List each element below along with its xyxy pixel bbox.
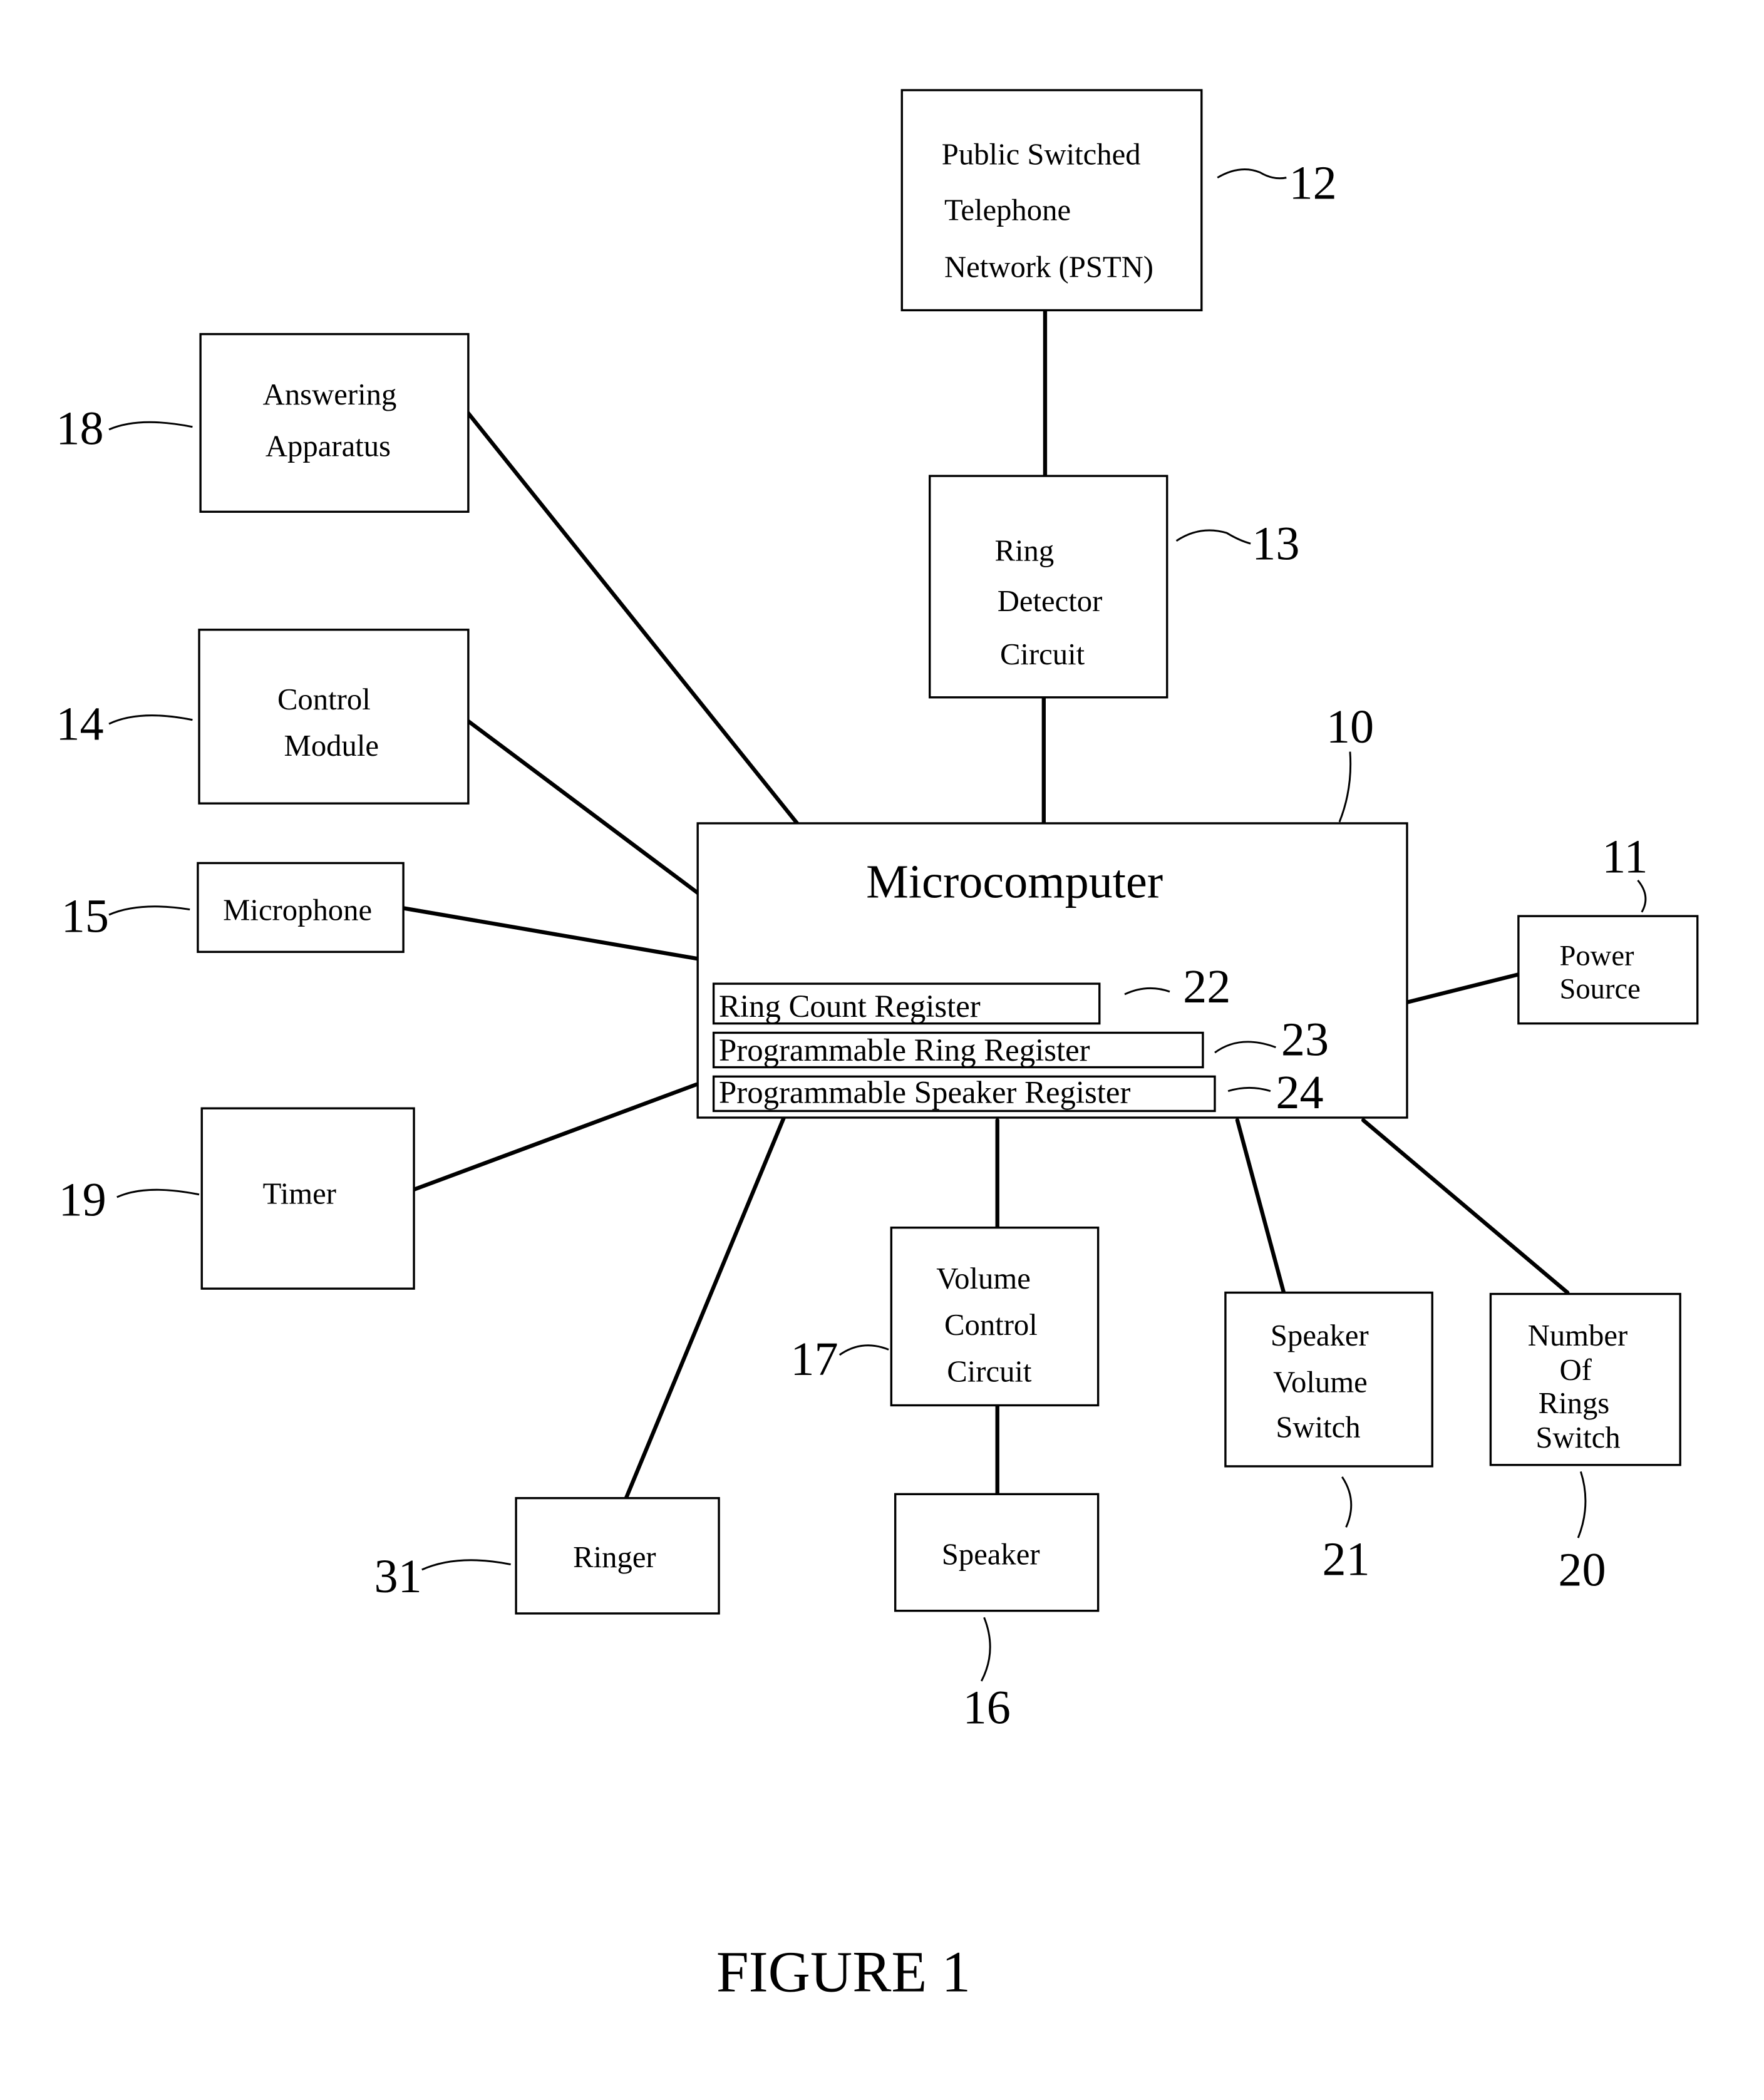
block-num-rings-line-1: Number xyxy=(1528,1319,1628,1352)
leader-line xyxy=(980,1617,991,1682)
ref-number: 11 xyxy=(1602,830,1648,883)
block-speaker-volume-line-2: Volume xyxy=(1273,1365,1368,1399)
leader-line xyxy=(1175,529,1251,545)
ref-number: 14 xyxy=(56,698,103,751)
block-power-source: Power Source 11 xyxy=(1517,830,1699,1025)
block-power-line-1: Power xyxy=(1560,939,1635,972)
ref-number: 18 xyxy=(56,402,103,455)
leader-line xyxy=(1637,880,1647,913)
block-num-rings-line-4: Switch xyxy=(1535,1421,1620,1454)
block-ring-detector-line-3: Circuit xyxy=(1000,637,1085,671)
wire-numrings-microcomputer xyxy=(1361,1118,1570,1295)
ref-number: 10 xyxy=(1326,701,1374,753)
wire-ringer-microcomputer xyxy=(624,1115,786,1500)
block-answering-line-1: Answering xyxy=(263,378,397,411)
wire-control-microcomputer xyxy=(466,719,703,897)
ref-number: 22 xyxy=(1183,960,1230,1013)
ref-number: 21 xyxy=(1322,1533,1369,1586)
block-microphone-line-1: Microphone xyxy=(223,893,372,927)
block-microphone: Microphone 15 xyxy=(61,862,405,954)
leader-line xyxy=(116,1188,200,1198)
block-speaker-volume-switch: Speaker Volume Switch 21 xyxy=(1224,1291,1433,1586)
block-volume-control-line-2: Control xyxy=(944,1308,1038,1342)
block-ring-detector-line-1: Ring xyxy=(994,534,1054,568)
ref-number: 12 xyxy=(1289,157,1337,210)
leader-line xyxy=(421,1559,511,1571)
block-num-rings-line-2: Of xyxy=(1560,1353,1592,1387)
ref-number: 20 xyxy=(1558,1543,1606,1596)
block-volume-control: Volume Control Circuit 17 xyxy=(790,1227,1100,1407)
leader-line xyxy=(1338,751,1352,823)
ref-number: 17 xyxy=(790,1333,838,1386)
block-ring-detector-line-2: Detector xyxy=(998,584,1103,618)
block-timer: Timer 19 xyxy=(59,1107,415,1290)
block-number-of-rings-switch: Number Of Rings Switch 20 xyxy=(1489,1292,1681,1596)
ref-number: 31 xyxy=(374,1550,422,1603)
register-label: Programmable Ring Register xyxy=(719,1032,1090,1068)
wire-speakervolume-microcomputer xyxy=(1235,1118,1286,1295)
block-ring-detector: Ring Detector Circuit 13 xyxy=(929,475,1299,699)
leader-line xyxy=(1577,1471,1587,1538)
wire-microphone-microcomputer xyxy=(401,906,699,961)
block-ringer-line-1: Ringer xyxy=(573,1540,656,1574)
leader-line xyxy=(1341,1476,1353,1528)
block-volume-control-line-3: Circuit xyxy=(947,1354,1032,1388)
block-pstn-line-2: Telephone xyxy=(944,193,1071,227)
block-speaker-line-1: Speaker xyxy=(942,1538,1040,1572)
ref-number: 15 xyxy=(61,890,109,943)
register-label: Ring Count Register xyxy=(719,989,981,1024)
ref-number: 19 xyxy=(59,1174,106,1227)
wire-answering-microcomputer xyxy=(462,406,800,826)
block-power-line-2: Source xyxy=(1560,972,1641,1005)
block-answering-apparatus: Answering Apparatus 18 xyxy=(56,332,470,513)
leader-line xyxy=(108,421,193,431)
block-control-line-2: Module xyxy=(284,729,379,763)
block-num-rings-line-3: Rings xyxy=(1539,1386,1610,1420)
leader-line xyxy=(108,905,190,916)
block-pstn: Public Switched Telephone Network (PSTN)… xyxy=(900,89,1337,312)
leader-line xyxy=(108,714,193,725)
block-volume-control-line-1: Volume xyxy=(936,1262,1031,1295)
leader-line xyxy=(838,1344,889,1356)
ref-number: 23 xyxy=(1281,1013,1329,1066)
leader-line xyxy=(1217,168,1287,180)
block-answering-line-2: Apparatus xyxy=(266,429,391,463)
block-ringer: Ringer 31 xyxy=(374,1496,720,1615)
block-speaker-volume-line-1: Speaker xyxy=(1271,1319,1369,1352)
wire-power-microcomputer xyxy=(1405,972,1521,1004)
block-pstn-line-1: Public Switched xyxy=(942,138,1141,172)
wire-timer-microcomputer xyxy=(409,1082,699,1193)
block-timer-line-1: Timer xyxy=(263,1177,336,1211)
ref-number: 16 xyxy=(963,1682,1011,1734)
register-label: Programmable Speaker Register xyxy=(719,1075,1130,1110)
microcomputer-title: Microcomputer xyxy=(866,855,1163,908)
block-speaker: Speaker 16 xyxy=(894,1493,1100,1734)
ref-number: 24 xyxy=(1276,1066,1323,1119)
block-pstn-line-3: Network (PSTN) xyxy=(944,250,1153,284)
block-diagram: Public Switched Telephone Network (PSTN)… xyxy=(56,89,1699,2004)
ref-number: 13 xyxy=(1252,518,1299,570)
block-control-module: Control Module 14 xyxy=(56,629,470,805)
block-speaker-volume-line-3: Switch xyxy=(1276,1410,1360,1444)
figure-caption: FIGURE 1 xyxy=(716,1940,971,2004)
block-microcomputer: Microcomputer 10 Ring Count Register 22 … xyxy=(696,701,1408,1119)
block-control-line-1: Control xyxy=(277,682,371,716)
